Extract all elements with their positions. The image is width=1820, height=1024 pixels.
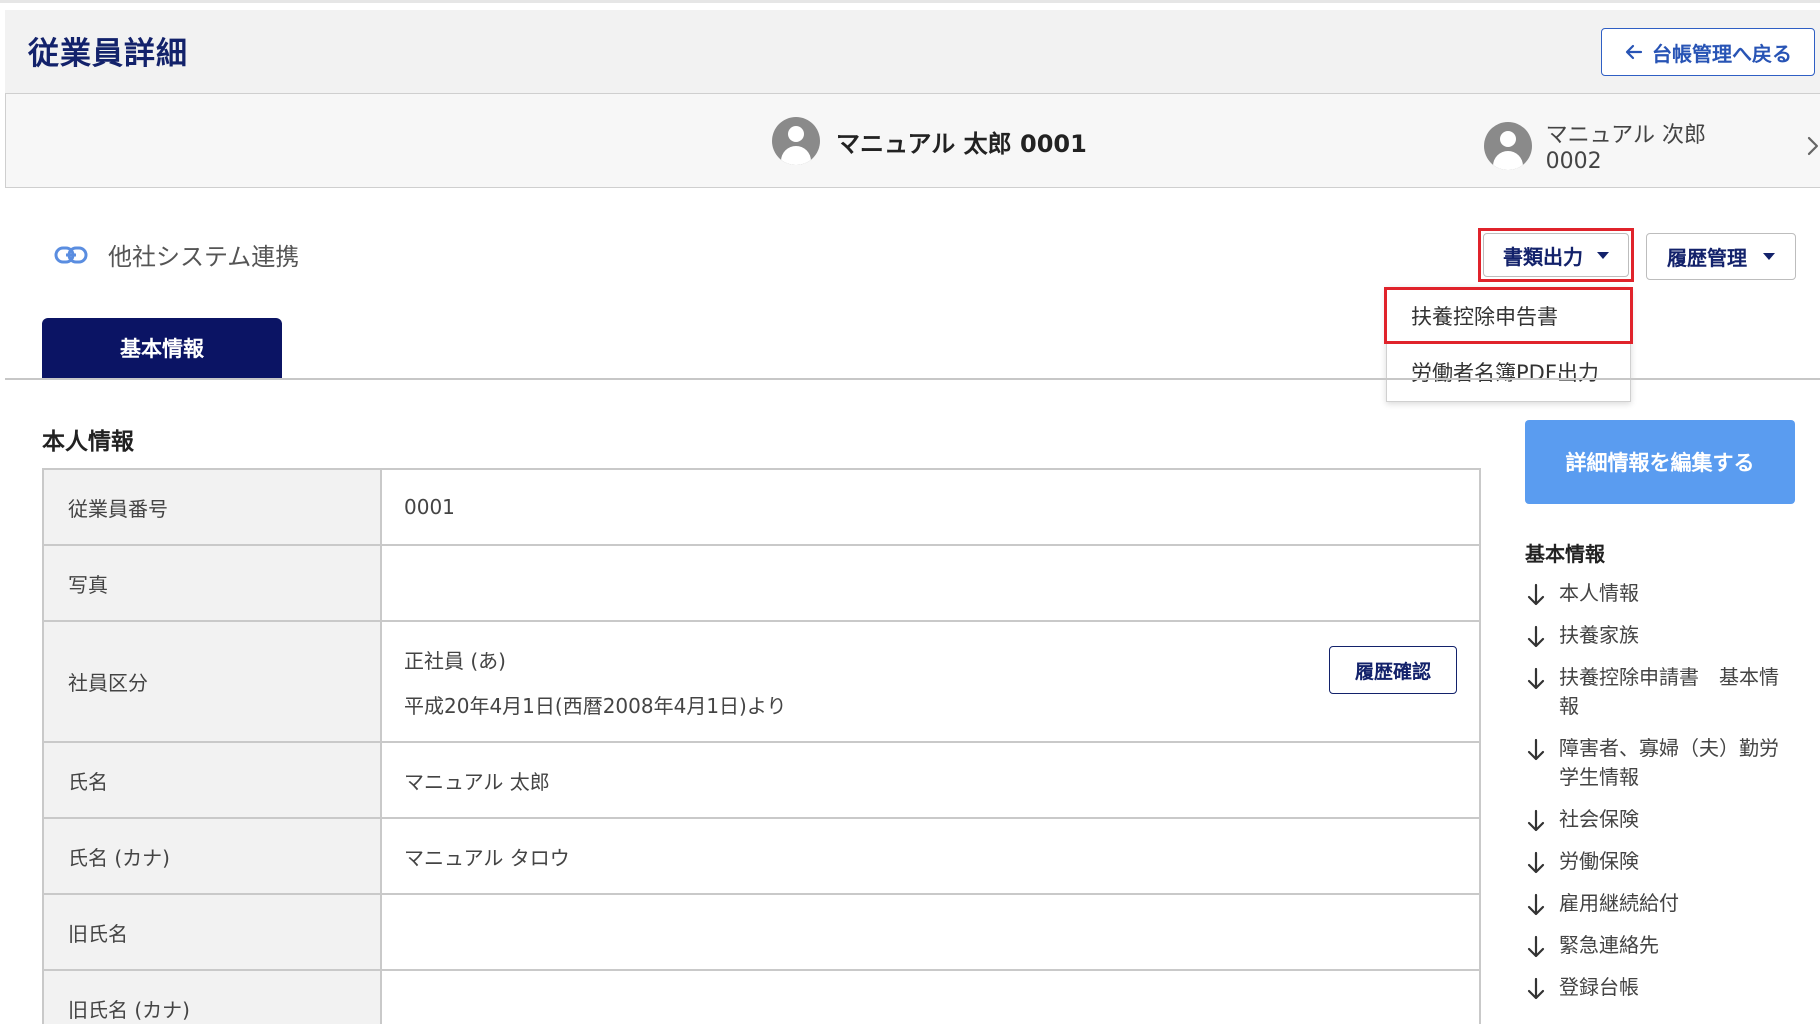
table-row: 氏名 (カナ) マニュアル タロウ bbox=[44, 819, 1479, 895]
row-label: 写真 bbox=[44, 546, 382, 620]
arrow-down-icon bbox=[1527, 625, 1545, 648]
section-nav-item[interactable]: 緊急連絡先 bbox=[1525, 931, 1795, 960]
table-row: 旧氏名 bbox=[44, 895, 1479, 971]
edit-details-button[interactable]: 詳細情報を編集する bbox=[1525, 420, 1795, 504]
arrow-left-icon bbox=[1625, 44, 1643, 60]
row-value: 正社員 (あ) 平成20年4月1日(西暦2008年4月1日)より 履歴確認 bbox=[382, 622, 1479, 741]
section-nav-heading: 基本情報 bbox=[1525, 542, 1605, 566]
row-label: 氏名 bbox=[44, 743, 382, 817]
section-nav-label: 本人情報 bbox=[1559, 581, 1639, 605]
current-employee: マニュアル 太郎 0001 bbox=[772, 117, 1087, 165]
section-nav-label: 登録台帳 bbox=[1559, 975, 1639, 999]
section-nav-item[interactable]: 扶養控除申請書 基本情報 bbox=[1525, 663, 1795, 721]
arrow-down-icon bbox=[1527, 809, 1545, 832]
section-nav-label: 扶養家族 bbox=[1559, 623, 1639, 647]
back-to-ledger-button[interactable]: 台帳管理へ戻る bbox=[1601, 28, 1815, 76]
row-value bbox=[382, 971, 1479, 1024]
table-row: 旧氏名 (カナ) bbox=[44, 971, 1479, 1024]
page-title: 従業員詳細 bbox=[28, 36, 188, 72]
integration-link[interactable]: 他社システム連携 bbox=[54, 237, 299, 272]
history-button-label: 履歴管理 bbox=[1667, 246, 1747, 270]
arrow-down-icon bbox=[1527, 851, 1545, 874]
section-title: 本人情報 bbox=[42, 429, 134, 455]
arrow-down-icon bbox=[1527, 738, 1545, 761]
section-nav-label: 緊急連絡先 bbox=[1559, 933, 1659, 957]
row-value: マニュアル 太郎 bbox=[404, 769, 550, 794]
documents-button-label: 書類出力 bbox=[1503, 244, 1583, 269]
section-nav-label: 労働保険 bbox=[1559, 849, 1639, 873]
arrow-down-icon bbox=[1527, 893, 1545, 916]
row-label: 旧氏名 bbox=[44, 895, 382, 969]
table-row: 写真 bbox=[44, 546, 1479, 622]
row-label: 従業員番号 bbox=[44, 470, 382, 544]
history-confirm-button[interactable]: 履歴確認 bbox=[1329, 646, 1457, 694]
section-nav-label: 扶養控除申請書 基本情報 bbox=[1559, 665, 1779, 718]
section-nav-item[interactable]: 労働保険 bbox=[1525, 847, 1795, 876]
employee-navigator: マニュアル 太郎 0001 マニュアル 次郎 0002 bbox=[5, 94, 1820, 188]
row-label: 氏名 (カナ) bbox=[44, 819, 382, 893]
avatar-icon bbox=[1484, 121, 1532, 170]
arrow-down-icon bbox=[1527, 583, 1545, 606]
integration-label: 他社システム連携 bbox=[108, 243, 300, 271]
link-icon bbox=[54, 246, 88, 263]
section-nav-item[interactable]: 雇用継続給付 bbox=[1525, 889, 1795, 918]
table-row: 従業員番号 0001 bbox=[44, 470, 1479, 546]
employee-type-since: 平成20年4月1日(西暦2008年4月1日)より bbox=[404, 693, 787, 718]
caret-down-icon bbox=[1597, 251, 1609, 259]
row-label: 旧氏名 (カナ) bbox=[44, 971, 382, 1024]
row-label: 社員区分 bbox=[44, 622, 382, 741]
row-value bbox=[382, 546, 1479, 620]
tab-divider bbox=[5, 378, 1820, 380]
back-button-label: 台帳管理へ戻る bbox=[1652, 41, 1792, 66]
table-row: 社員区分 正社員 (あ) 平成20年4月1日(西暦2008年4月1日)より 履歴… bbox=[44, 622, 1479, 743]
section-nav-label: 社会保険 bbox=[1559, 807, 1639, 831]
next-employee-link[interactable]: マニュアル 次郎 0002 bbox=[1484, 117, 1820, 174]
tab-basic-info[interactable]: 基本情報 bbox=[42, 318, 282, 378]
row-value: 0001 bbox=[404, 495, 455, 519]
caret-down-icon bbox=[1763, 253, 1775, 260]
current-employee-name: マニュアル 太郎 0001 bbox=[836, 129, 1087, 158]
arrow-down-icon bbox=[1527, 667, 1545, 690]
section-nav-item[interactable]: 本人情報 bbox=[1525, 579, 1795, 608]
avatar-icon bbox=[772, 117, 820, 165]
table-row: 氏名 マニュアル 太郎 bbox=[44, 743, 1479, 819]
employee-type-value: 正社員 (あ) bbox=[404, 648, 506, 673]
menu-item-highlight bbox=[1384, 287, 1633, 344]
section-nav-label: 雇用継続給付 bbox=[1559, 891, 1679, 915]
section-nav-item[interactable]: 社会保険 bbox=[1525, 805, 1795, 834]
page-header: 従業員詳細 台帳管理へ戻る bbox=[5, 10, 1820, 94]
arrow-down-icon bbox=[1527, 935, 1545, 958]
menu-item-worker-roster-pdf[interactable]: 労働者名簿PDF出力 bbox=[1387, 344, 1632, 400]
top-border bbox=[0, 0, 1820, 3]
row-value: マニュアル タロウ bbox=[404, 845, 570, 870]
section-nav: 基本情報 本人情報 扶養家族 扶養控除申請書 基本情報 障害者、寡婦（夫）勤労学… bbox=[1525, 538, 1795, 1015]
arrow-down-icon bbox=[1527, 977, 1545, 1000]
row-value bbox=[382, 895, 1479, 969]
section-nav-item[interactable]: 扶養家族 bbox=[1525, 621, 1795, 650]
section-nav-label: 障害者、寡婦（夫）勤労学生情報 bbox=[1559, 736, 1779, 789]
history-management-button[interactable]: 履歴管理 bbox=[1646, 233, 1796, 280]
personal-info-table: 従業員番号 0001 写真 社員区分 正社員 (あ) 平成20年4月1日(西暦2… bbox=[42, 468, 1481, 1024]
documents-output-button[interactable]: 書類出力 bbox=[1483, 233, 1629, 277]
section-nav-item[interactable]: 障害者、寡婦（夫）勤労学生情報 bbox=[1525, 734, 1795, 792]
section-nav-item[interactable]: 登録台帳 bbox=[1525, 973, 1795, 1002]
next-employee-name: マニュアル 次郎 0002 bbox=[1545, 123, 1728, 174]
chevron-right-icon bbox=[1807, 136, 1819, 155]
